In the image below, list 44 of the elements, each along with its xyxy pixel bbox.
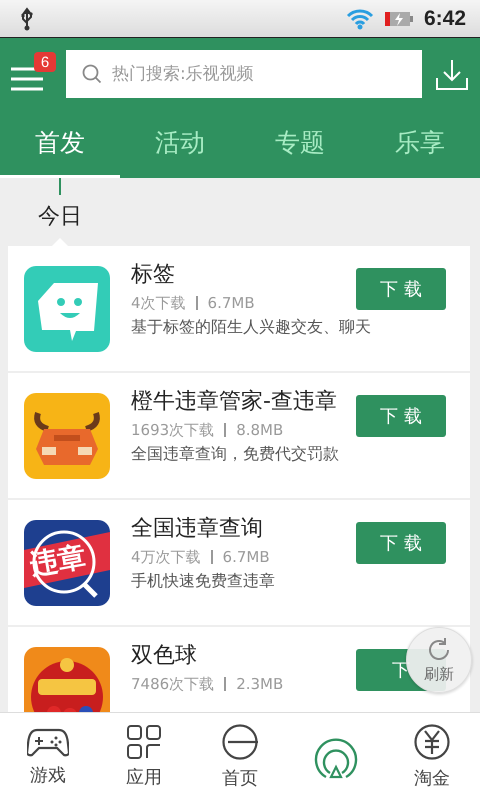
search-icon bbox=[82, 64, 102, 84]
menu-icon bbox=[10, 66, 44, 92]
menu-button[interactable]: 6 bbox=[8, 48, 56, 100]
tab[interactable]: 活动 bbox=[120, 110, 240, 178]
tab[interactable]: 专题 bbox=[240, 110, 360, 178]
speech-bubble-icon bbox=[24, 266, 110, 352]
search-field[interactable]: 热门搜索:乐视视频 bbox=[66, 50, 422, 98]
yuan-coin-icon bbox=[414, 724, 450, 760]
lottery-balls-icon bbox=[24, 646, 110, 712]
tab[interactable]: 乐享 bbox=[360, 110, 480, 178]
tab[interactable]: 首发 bbox=[0, 110, 120, 178]
app-name: 双色球 bbox=[131, 642, 197, 670]
app-name: 全国违章查询 bbox=[131, 515, 263, 543]
wifi-icon bbox=[346, 8, 374, 30]
app-description: 手机快速免费查违章 bbox=[131, 570, 275, 592]
download-count: 7486次下载 bbox=[131, 674, 214, 695]
usb-icon bbox=[20, 6, 34, 30]
download-icon[interactable] bbox=[436, 58, 468, 90]
download-count: 4万次下载 bbox=[131, 546, 201, 568]
nav-tab[interactable]: 首页 bbox=[192, 713, 288, 800]
app-name: 标签 bbox=[131, 261, 175, 289]
notification-badge: 6 bbox=[34, 52, 56, 72]
refresh-icon bbox=[426, 636, 452, 662]
app-description: 基于标签的陌生人兴趣交友、聊天 bbox=[131, 316, 371, 338]
nav-tab[interactable]: 游戏 bbox=[0, 713, 96, 800]
section-title: 今日 bbox=[38, 203, 82, 231]
download-count: 4次下载 bbox=[131, 292, 186, 314]
download-button[interactable]: 下 载 bbox=[356, 522, 446, 564]
status-time: 6:42 bbox=[424, 6, 466, 30]
nav-tab[interactable]: 淘金 bbox=[384, 713, 480, 800]
grid-icon bbox=[127, 724, 161, 758]
download-button[interactable]: 下 载 bbox=[356, 395, 446, 437]
gamepad-icon bbox=[27, 726, 69, 756]
file-size: 6.7MB bbox=[208, 292, 255, 314]
nav-tab[interactable]: 应用 bbox=[96, 713, 192, 800]
file-size: 8.8MB bbox=[236, 420, 284, 441]
file-size: 2.3MB bbox=[236, 674, 284, 695]
download-button[interactable]: 下 载 bbox=[356, 268, 446, 310]
app-name: 橙牛违章管家-查违章 bbox=[131, 388, 337, 416]
file-size: 6.7MB bbox=[222, 546, 270, 568]
battery-icon bbox=[384, 10, 414, 28]
app-description: 全国违章查询，免费代交罚款 bbox=[131, 442, 339, 465]
download-count: 1693次下载 bbox=[131, 420, 214, 441]
bull-icon bbox=[24, 392, 110, 478]
